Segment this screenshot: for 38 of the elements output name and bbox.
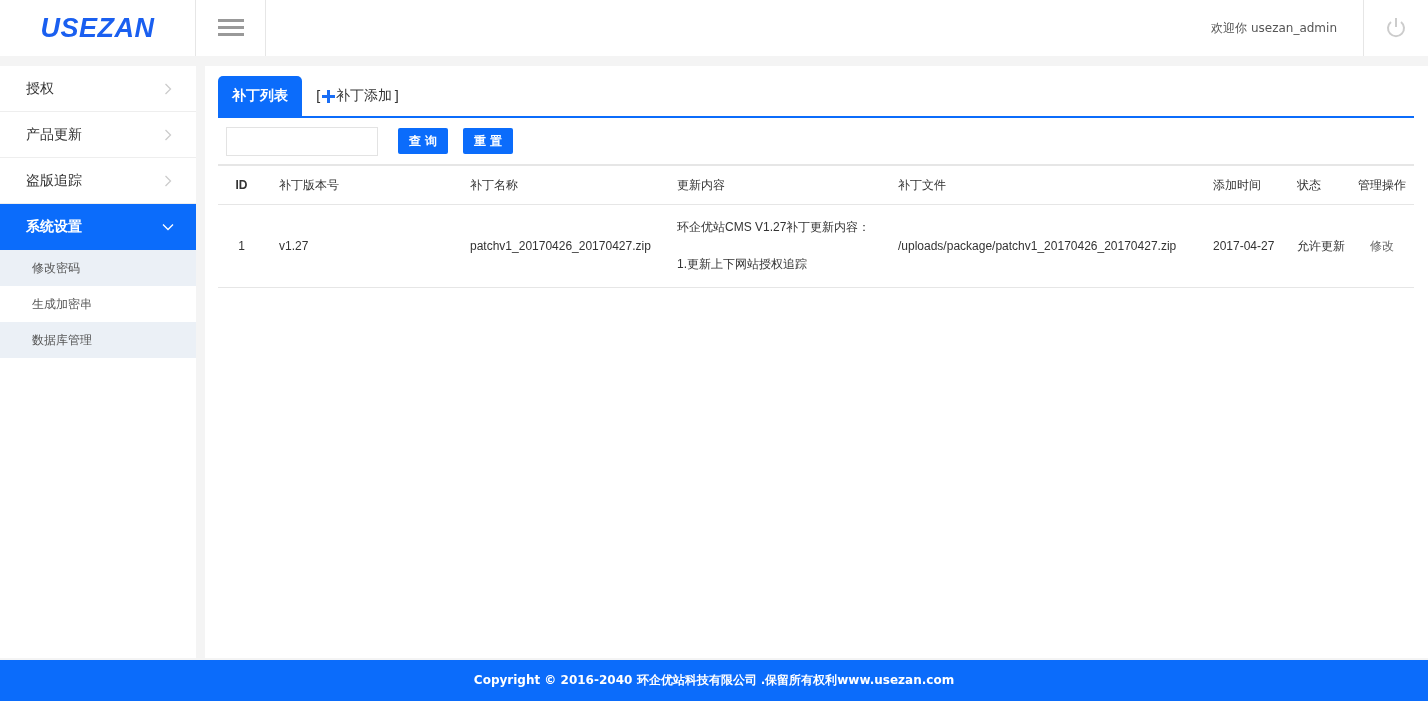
plus-icon bbox=[322, 89, 336, 103]
table-cell: /uploads/package/patchv1_20170426_20170427.zip bbox=[898, 239, 1177, 253]
menu-icon[interactable] bbox=[217, 19, 244, 37]
column-header: 补丁名称 bbox=[470, 177, 518, 192]
column-header: 补丁版本号 bbox=[279, 177, 339, 192]
column-header: 添加时间 bbox=[1213, 177, 1261, 192]
table-cell: patchv1_20170426_20170427.zip bbox=[470, 239, 651, 253]
query-button[interactable]: 查 询 bbox=[398, 128, 449, 154]
reset-button[interactable]: 重 置 bbox=[463, 128, 514, 154]
table-cell: 1 bbox=[238, 239, 245, 253]
table-cell-text: 环企优站CMS V1.27补丁更新内容： bbox=[677, 219, 872, 236]
tab[interactable]: [ 补丁添加] bbox=[302, 76, 413, 116]
column-header: 管理操作 bbox=[1358, 177, 1406, 192]
sidebar-item[interactable]: 授权 bbox=[0, 66, 196, 112]
welcome-text: 欢迎你 usezan_admin bbox=[1211, 19, 1337, 37]
chevron-right-icon bbox=[162, 82, 174, 95]
submenu-item[interactable]: 数据库管理 bbox=[0, 322, 196, 358]
column-header: 更新内容 bbox=[677, 177, 725, 192]
table-cell: 允许更新 bbox=[1297, 238, 1345, 253]
tab[interactable]: 补丁列表 bbox=[218, 76, 302, 116]
copyright-text: Copyright © 2016-2040 环企优站科技有限公司 .保留所有权利www.usezan.com bbox=[473, 672, 955, 689]
chevron-right-icon bbox=[162, 174, 174, 187]
chevron-right-icon bbox=[162, 128, 174, 141]
column-header: ID bbox=[235, 178, 248, 192]
power-icon[interactable] bbox=[1385, 17, 1407, 39]
bracket: ] bbox=[393, 88, 399, 104]
search-field[interactable] bbox=[226, 126, 378, 156]
submenu-item[interactable]: 修改密码 bbox=[0, 250, 196, 286]
table-cell: v1.27 bbox=[279, 239, 309, 253]
column-header: 状态 bbox=[1297, 177, 1321, 192]
table-cell-text: 1.更新上下网站授权追踪 bbox=[677, 256, 808, 273]
edit-link[interactable]: 修改 bbox=[1370, 238, 1394, 253]
sidebar-item[interactable]: 产品更新 bbox=[0, 112, 196, 158]
sidebar-item[interactable]: 系统设置 bbox=[0, 204, 196, 250]
bracket: [ bbox=[316, 88, 322, 104]
table-cell: 2017-04-27 bbox=[1213, 239, 1275, 253]
column-header: 补丁文件 bbox=[898, 177, 946, 192]
logo: USEZAN bbox=[40, 12, 155, 44]
